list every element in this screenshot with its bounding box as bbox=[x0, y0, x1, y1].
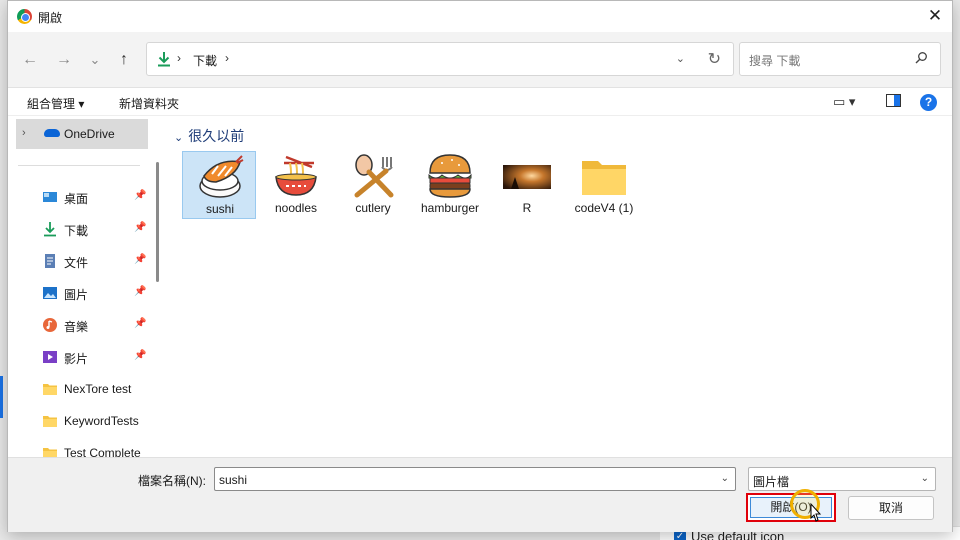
file-list-pane: ⌄ 很久以前 sushi noodles cutlery hamburger R… bbox=[164, 117, 952, 457]
sidebar-item-pictures[interactable]: 圖片 📌 bbox=[42, 281, 152, 305]
file-name: noodles bbox=[274, 201, 318, 215]
sidebar-item-downloads[interactable]: 下載 📌 bbox=[42, 217, 152, 241]
pin-icon: 📌 bbox=[134, 190, 147, 201]
back-button[interactable]: ← bbox=[19, 49, 41, 71]
sidebar-item-music[interactable]: 音樂 📌 bbox=[42, 313, 152, 337]
collapse-chevron-icon[interactable]: ⌄ bbox=[174, 132, 183, 144]
sidebar-item-label: 音樂 bbox=[64, 320, 89, 334]
picture-icon bbox=[43, 287, 57, 299]
file-item-hamburger[interactable]: hamburger bbox=[413, 151, 487, 219]
preview-pane-icon[interactable] bbox=[886, 94, 901, 110]
sidebar-item-label: KeywordTests bbox=[64, 414, 139, 428]
file-item-codev4-1[interactable]: codeV4 (1) bbox=[567, 151, 641, 219]
sidebar-item-label: 桌面 bbox=[64, 192, 89, 206]
sidebar-item-label: 影片 bbox=[64, 352, 89, 366]
sidebar-item-label: OneDrive bbox=[64, 127, 115, 141]
folder-icon bbox=[43, 384, 57, 395]
photo-thumbnail bbox=[503, 165, 551, 189]
sidebar-item-test-complete[interactable]: Test Complete bbox=[42, 441, 152, 457]
help-icon[interactable]: ? bbox=[920, 94, 937, 111]
pin-icon: 📌 bbox=[134, 222, 147, 233]
breadcrumb-separator[interactable]: › bbox=[225, 51, 229, 65]
forward-button[interactable]: → bbox=[53, 49, 75, 71]
cloud-icon bbox=[44, 129, 60, 137]
pin-icon: 📌 bbox=[134, 254, 147, 265]
cutlery-icon bbox=[354, 154, 394, 198]
sidebar-item-label: 圖片 bbox=[64, 288, 89, 302]
music-icon bbox=[43, 318, 57, 332]
file-name: codeV4 (1) bbox=[574, 201, 634, 215]
noodles-icon bbox=[275, 155, 317, 196]
sidebar-item-label: Test Complete bbox=[64, 446, 141, 457]
filename-input[interactable]: sushi ⌄ bbox=[214, 467, 736, 491]
sidebar-item-onedrive[interactable]: › OneDrive bbox=[16, 119, 148, 149]
file-name: R bbox=[522, 201, 532, 215]
filetype-value: 圖片檔 bbox=[753, 475, 790, 489]
search-input[interactable]: 搜尋 下載 bbox=[749, 52, 800, 69]
desktop-icon bbox=[43, 192, 57, 202]
file-name: cutlery bbox=[355, 201, 391, 215]
view-options-icon[interactable]: ▭ ▾ bbox=[833, 94, 855, 110]
recent-locations-button[interactable]: ⌄ bbox=[84, 49, 106, 71]
video-icon bbox=[43, 351, 57, 363]
navigation-bar: ← → ⌄ ↑ › 下載 › ⌄ ↻ 搜尋 下載 bbox=[8, 32, 952, 88]
sidebar-item-label: 文件 bbox=[64, 256, 89, 270]
sidebar-item-documents[interactable]: 文件 📌 bbox=[42, 249, 152, 273]
file-item-cutlery[interactable]: cutlery bbox=[336, 151, 410, 219]
search-icon bbox=[915, 52, 927, 64]
file-item-sushi[interactable]: sushi bbox=[182, 151, 256, 219]
hamburger-icon bbox=[428, 154, 472, 198]
folder-icon bbox=[43, 448, 57, 457]
background-accent-bar bbox=[0, 376, 3, 418]
sidebar-item-label: NexTore test bbox=[64, 382, 132, 396]
open-file-dialog: 開啟 ✕ ← → ⌄ ↑ › 下載 › ⌄ ↻ 搜尋 下載 組合管理 ▾ 新增資… bbox=[7, 0, 953, 532]
cursor-icon bbox=[810, 502, 822, 522]
new-folder-button[interactable]: 新增資料夾 bbox=[119, 95, 179, 112]
pin-icon: 📌 bbox=[134, 286, 147, 297]
breadcrumb-separator: › bbox=[177, 51, 181, 65]
sidebar-item-label: 下載 bbox=[64, 224, 89, 238]
organize-menu[interactable]: 組合管理 ▾ bbox=[27, 95, 84, 112]
sidebar-item-nextore-test[interactable]: NexTore test bbox=[42, 377, 152, 401]
pin-icon: 📌 bbox=[134, 318, 147, 329]
expand-chevron-icon[interactable]: › bbox=[22, 127, 26, 139]
sidebar-scrollbar[interactable] bbox=[156, 162, 159, 282]
filetype-select[interactable]: 圖片檔 ⌄ bbox=[748, 467, 936, 491]
breadcrumb-downloads[interactable]: 下載 bbox=[193, 52, 217, 69]
divider bbox=[18, 165, 140, 166]
chevron-down-icon[interactable]: ⌄ bbox=[921, 473, 929, 484]
chrome-icon bbox=[17, 9, 32, 24]
file-name: hamburger bbox=[420, 201, 480, 215]
navigation-pane: › OneDrive 桌面 📌 下載 📌 文件 📌 圖片 📌 音樂 📌 影片 📌… bbox=[8, 117, 163, 457]
file-name: sushi bbox=[205, 202, 234, 216]
group-header[interactable]: ⌄ 很久以前 bbox=[174, 126, 244, 146]
search-box[interactable]: 搜尋 下載 bbox=[739, 42, 941, 76]
command-bar: 組合管理 ▾ 新增資料夾 ▭ ▾ ? bbox=[8, 89, 952, 116]
up-folder-button[interactable]: ↑ bbox=[113, 49, 135, 71]
sushi-icon bbox=[199, 155, 244, 198]
download-icon bbox=[44, 222, 56, 237]
document-icon bbox=[45, 254, 55, 268]
address-dropdown-icon[interactable]: ⌄ bbox=[676, 52, 685, 65]
close-button[interactable]: ✕ bbox=[924, 5, 946, 27]
filename-value[interactable]: sushi bbox=[219, 473, 247, 487]
pin-icon: 📌 bbox=[134, 350, 147, 361]
file-item-noodles[interactable]: noodles bbox=[259, 151, 333, 219]
sidebar-item-keywordtests[interactable]: KeywordTests bbox=[42, 409, 152, 433]
chevron-down-icon[interactable]: ⌄ bbox=[721, 473, 729, 484]
title-bar: 開啟 ✕ bbox=[8, 1, 952, 32]
sidebar-item-desktop[interactable]: 桌面 📌 bbox=[42, 185, 152, 209]
download-icon bbox=[158, 52, 170, 67]
file-item-r[interactable]: R bbox=[490, 151, 564, 219]
refresh-icon[interactable]: ↻ bbox=[708, 49, 721, 69]
cancel-button[interactable]: 取消 bbox=[848, 496, 934, 520]
filename-label: 檔案名稱(N): bbox=[138, 474, 206, 488]
use-default-icon-checkbox[interactable]: ✓ bbox=[674, 531, 686, 540]
sidebar-item-videos[interactable]: 影片 📌 bbox=[42, 345, 152, 369]
address-bar[interactable]: › 下載 › ⌄ ↻ bbox=[146, 42, 734, 76]
dialog-title: 開啟 bbox=[38, 11, 63, 25]
folder-icon bbox=[582, 161, 626, 195]
folder-icon bbox=[43, 416, 57, 427]
